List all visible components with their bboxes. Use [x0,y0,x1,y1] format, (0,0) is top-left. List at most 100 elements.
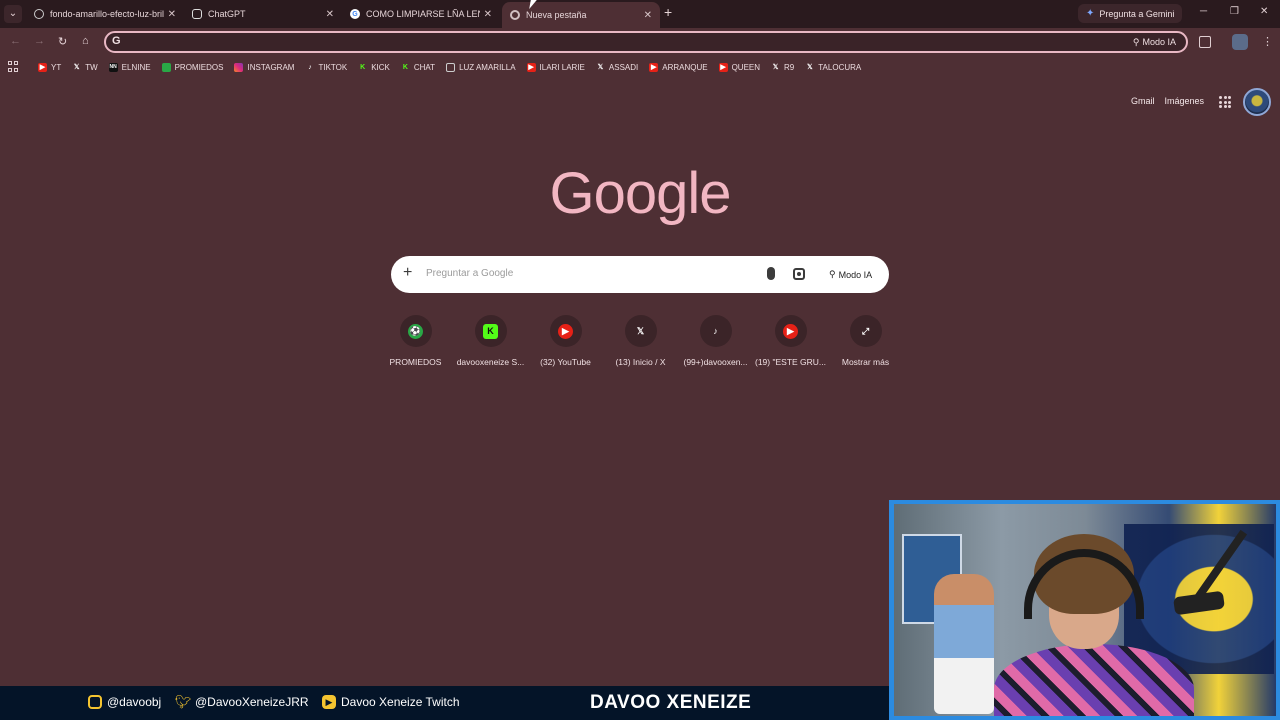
shortcut-label: davooxeneize S... [456,357,525,367]
bookmark-chat[interactable]: K CHAT [401,63,435,72]
bookmark-tw[interactable]: 𝕏 TW [72,62,98,72]
close-icon[interactable]: ✕ [644,10,652,21]
shortcut-youtube-2[interactable]: ▶ (19) "ESTE GRU... [753,315,828,367]
google-logo: Google [549,161,731,226]
shortcut-promiedos[interactable]: ⚽ PROMIEDOS [378,315,453,367]
bookmark-ilari-larie[interactable]: ▶ ILARI LARIE [526,62,585,72]
bookmark-r9[interactable]: 𝕏 R9 [771,62,795,72]
profile-avatar[interactable] [1232,34,1248,50]
bookmark-kick[interactable]: K KICK [358,63,390,72]
forward-icon[interactable]: → [34,35,45,47]
tab-como-limpiarse[interactable]: G COMO LIMPIARSE LÑA LENGUA ✕ [342,3,500,25]
menu-icon[interactable]: ⋮ [1262,35,1273,48]
bookmark-luz-amarilla[interactable]: LUZ AMARILLA [446,62,516,72]
bookmark-label: YT [51,62,62,72]
overlay-instagram: @davoobj [88,695,161,709]
youtube-icon: ▶ [526,62,536,72]
gemini-icon: ✦ [1086,8,1095,19]
tiktok-icon: ♪ [713,326,718,336]
gemini-button[interactable]: ✦ Pregunta a Gemini [1078,4,1183,23]
streamer-brand: DAVOO XENEIZE [590,692,752,713]
bookmark-label: R9 [784,62,795,72]
bookmark-tiktok[interactable]: ♪ TIKTOK [305,63,347,72]
bookmark-label: KICK [371,62,390,72]
tab-chatgpt[interactable]: ChatGPT ✕ [184,3,342,25]
overlay-twitter: 🐦︎ @DavooXeneizeJRR [174,694,309,709]
tab-search-button[interactable]: ⌄ [4,5,22,23]
add-icon[interactable]: + [403,264,412,282]
bookmark-queen[interactable]: ▶ QUEEN [718,62,760,72]
google-lens-icon[interactable] [793,268,805,280]
promiedos-icon [161,62,171,72]
google-apps-icon[interactable] [1219,96,1231,108]
images-link[interactable]: Imágenes [1165,96,1205,106]
shortcut-label: (99+)davooxen... [683,357,748,367]
extensions-icon[interactable] [1199,36,1211,48]
bookmark-promiedos[interactable]: PROMIEDOS [161,62,224,72]
x-icon: 𝕏 [806,64,813,71]
bookmark-label: PROMIEDOS [174,62,224,72]
restore-icon[interactable]: ❐ [1230,6,1239,17]
microphone-icon[interactable] [767,267,775,280]
shortcut-label: PROMIEDOS [389,357,442,367]
close-icon[interactable]: ✕ [168,9,176,20]
tab-nueva-pestana[interactable]: Nueva pestaña ✕ [502,2,660,28]
close-window-icon[interactable]: ✕ [1260,6,1268,17]
tab-fondo-amarillo[interactable]: fondo-amarillo-efecto-luz-brill ✕ [26,3,184,25]
shortcut-youtube[interactable]: ▶ (32) YouTube [528,315,603,367]
new-tab-button[interactable]: + [664,4,672,20]
bookmark-instagram[interactable]: INSTAGRAM [234,62,294,72]
bookmark-label: ASSADI [608,62,639,72]
shortcut-x[interactable]: 𝕏 (13) Inicio / X [603,315,678,367]
bookmark-assadi[interactable]: 𝕏 ASSADI [596,62,639,72]
shortcut-label: (32) YouTube [540,357,591,367]
shortcut-label: (13) Inicio / X [615,357,666,367]
shortcut-tiktok[interactable]: ♪ (99+)davooxen... [678,315,753,367]
chatgpt-icon [192,9,202,19]
close-icon[interactable]: ✕ [326,9,334,20]
youtube-icon: ▶ [718,62,728,72]
elnine-icon: NN [108,62,118,72]
bookmark-label: CHAT [413,62,436,72]
overlay-twitter-handle: @DavooXeneizeJRR [195,695,309,709]
close-icon[interactable]: ✕ [484,9,492,20]
instagram-icon [88,695,102,709]
x-icon: 𝕏 [597,64,604,71]
bookmark-label: ILARI LARIE [539,62,585,72]
globe-icon [446,62,456,72]
back-icon[interactable]: ← [10,35,21,47]
expand-icon: ⤢ [861,325,870,336]
home-icon[interactable]: ⌂ [82,35,89,47]
twitter-icon: 🐦︎ [174,694,192,709]
search-input[interactable]: Preguntar a Google [426,268,513,279]
globe-icon [34,9,44,19]
shortcut-kick[interactable]: K davooxeneize S... [453,315,528,367]
bookmark-label: TIKTOK [318,62,348,72]
x-icon: 𝕏 [636,325,645,336]
modo-ia-button[interactable]: ⚲ Modo IA [821,263,880,286]
account-avatar[interactable] [1243,88,1271,116]
gmail-link[interactable]: Gmail [1131,96,1155,106]
kick-icon: K [360,63,366,71]
address-bar[interactable]: G ⚲ Modo IA [104,31,1188,53]
modo-ia-omnibox-button[interactable]: ⚲ Modo IA [1127,34,1182,50]
shortcuts: ⚽ PROMIEDOS K davooxeneize S... ▶ (32) Y… [378,315,903,367]
google-icon: G [350,9,360,19]
minimize-icon[interactable]: ─ [1200,6,1207,17]
tab-strip: ⌄ fondo-amarillo-efecto-luz-brill ✕ Chat… [0,0,1280,28]
bookmark-label: TALOCURA [818,62,862,72]
bookmark-arranque[interactable]: ▶ ARRANQUE [649,62,708,72]
webcam-feed [894,504,1276,716]
bookmark-label: TW [85,62,98,72]
tab-title: Nueva pestaña [526,10,587,20]
tab-title: fondo-amarillo-efecto-luz-brill [50,9,164,19]
apps-icon[interactable] [8,61,20,73]
bookmark-talocura[interactable]: 𝕏 TALOCURA [805,63,861,72]
bookmark-label: LUZ AMARILLA [459,62,516,72]
shortcut-mostrar-mas[interactable]: ⤢ Mostrar más [828,315,903,367]
search-box[interactable]: + Preguntar a Google ⚲ Modo IA [391,256,889,293]
bookmark-yt[interactable]: ▶ YT [38,62,62,72]
bookmark-elnine[interactable]: NN ELNINE [108,62,151,72]
chevron-down-icon: ⌄ [8,8,18,19]
reload-icon[interactable]: ↻ [58,35,67,48]
